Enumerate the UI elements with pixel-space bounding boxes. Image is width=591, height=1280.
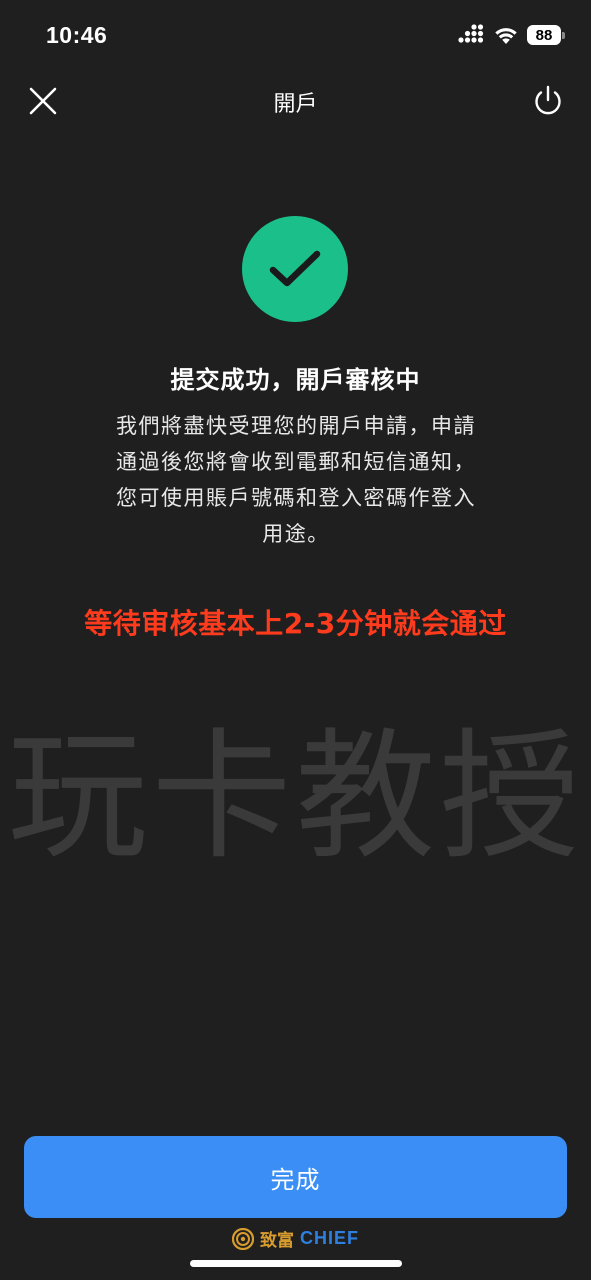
status-icons: 88 <box>457 24 565 46</box>
description-line: 我們將盡快受理您的開戶申請，申請 <box>116 414 476 438</box>
power-icon[interactable] <box>531 84 565 118</box>
battery-cap <box>562 31 565 39</box>
brand-footer: 致富 CHIEF <box>0 1226 591 1251</box>
nav-bar: 開戶 <box>0 76 591 126</box>
signal-icon <box>458 24 484 43</box>
page-title: 開戶 <box>273 92 318 117</box>
status-bar: 10:46 88 <box>0 0 591 76</box>
description-line: 用途。 <box>262 522 330 546</box>
success-description: 我們將盡快受理您的開戶申請，申請 通過後您將會收到電郵和短信通知， 您可使用賬戶… <box>96 408 496 552</box>
battery-icon: 88 <box>527 25 565 45</box>
description-line: 通過後您將會收到電郵和短信通知， <box>116 450 476 474</box>
watermark: 玩卡教授 <box>7 716 584 879</box>
wifi-icon <box>495 28 517 44</box>
done-button[interactable]: 完成 <box>24 1136 567 1218</box>
annotation-text: 等待审核基本上2-3分钟就会通过 <box>84 607 507 640</box>
status-time: 10:46 <box>46 22 108 48</box>
brand-logo-icon <box>232 1227 254 1250</box>
brand-name-en: CHIEF <box>300 1228 359 1248</box>
success-badge <box>242 216 348 322</box>
home-indicator[interactable] <box>190 1260 402 1267</box>
brand-name-cn: 致富 <box>260 1231 294 1251</box>
description-line: 您可使用賬戶號碼和登入密碼作登入 <box>116 486 476 510</box>
success-title: 提交成功，開戶審核中 <box>170 366 421 394</box>
check-icon <box>269 250 321 287</box>
battery-level: 88 <box>527 25 561 45</box>
